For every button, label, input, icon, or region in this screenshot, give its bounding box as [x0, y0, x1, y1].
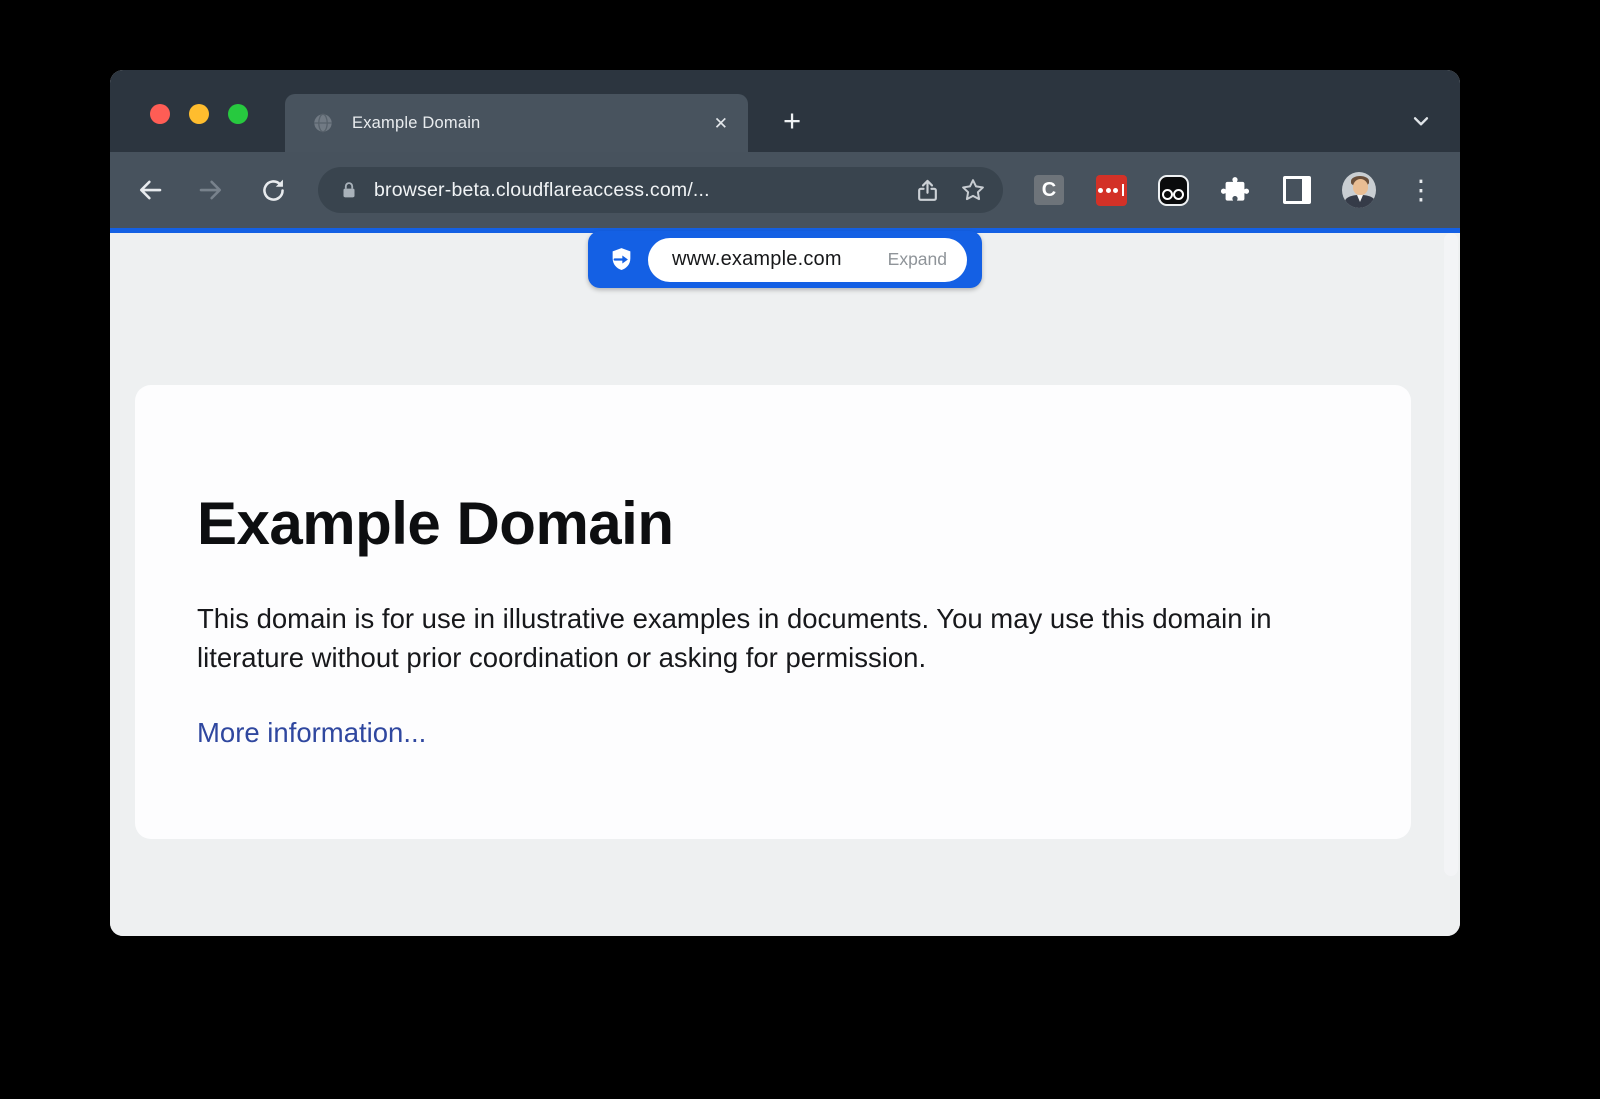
url-text[interactable]: browser-beta.cloudflareaccess.com/...	[374, 179, 906, 202]
content-card: Example Domain This domain is for use in…	[135, 385, 1411, 839]
scrollbar[interactable]	[1444, 233, 1458, 876]
browser-menu-kebab-icon[interactable]: ⋮	[1404, 173, 1438, 207]
tab-title: Example Domain	[352, 114, 710, 133]
reload-button[interactable]	[251, 168, 295, 212]
more-information-link[interactable]: More information...	[197, 717, 426, 749]
forward-button[interactable]	[189, 168, 233, 212]
lock-icon[interactable]	[338, 179, 360, 201]
expand-button[interactable]: Expand	[888, 249, 947, 270]
extension-c-icon[interactable]: C	[1032, 173, 1066, 207]
back-button[interactable]	[128, 168, 172, 212]
share-icon[interactable]	[914, 177, 941, 204]
browser-toolbar: browser-beta.cloudflareaccess.com/... C	[110, 152, 1460, 228]
extensions-row: C ⋮	[1032, 173, 1438, 207]
side-panel-icon[interactable]	[1280, 173, 1314, 207]
page-title: Example Domain	[197, 489, 1349, 558]
page-paragraph: This domain is for use in illustrative e…	[197, 600, 1347, 677]
window-controls	[150, 104, 248, 124]
fullscreen-window-button[interactable]	[228, 104, 248, 124]
goggles-extension-icon[interactable]	[1156, 173, 1190, 207]
isolation-host-pill: www.example.com Expand	[588, 231, 982, 288]
tab-example-domain[interactable]: Example Domain ✕	[285, 94, 748, 152]
page-viewport: www.example.com Expand Example Domain Th…	[110, 233, 1460, 936]
address-bar[interactable]: browser-beta.cloudflareaccess.com/...	[318, 167, 1003, 213]
tab-close-icon[interactable]: ✕	[710, 111, 732, 136]
tab-strip: Example Domain ✕ +	[110, 70, 1460, 152]
lastpass-icon[interactable]	[1094, 173, 1128, 207]
isolation-shield-icon	[608, 246, 635, 273]
isolated-hostname-pill[interactable]: www.example.com Expand	[648, 238, 967, 282]
globe-favicon-icon	[311, 111, 335, 135]
bookmark-star-icon[interactable]	[959, 176, 987, 204]
close-window-button[interactable]	[150, 104, 170, 124]
chevron-down-icon[interactable]	[1408, 108, 1434, 134]
profile-avatar[interactable]	[1342, 173, 1376, 207]
minimize-window-button[interactable]	[189, 104, 209, 124]
browser-window: Example Domain ✕ + browser-beta.cloudfla…	[110, 70, 1460, 936]
extensions-puzzle-icon[interactable]	[1218, 173, 1252, 207]
isolated-hostname: www.example.com	[672, 248, 842, 271]
new-tab-button[interactable]: +	[769, 98, 815, 144]
